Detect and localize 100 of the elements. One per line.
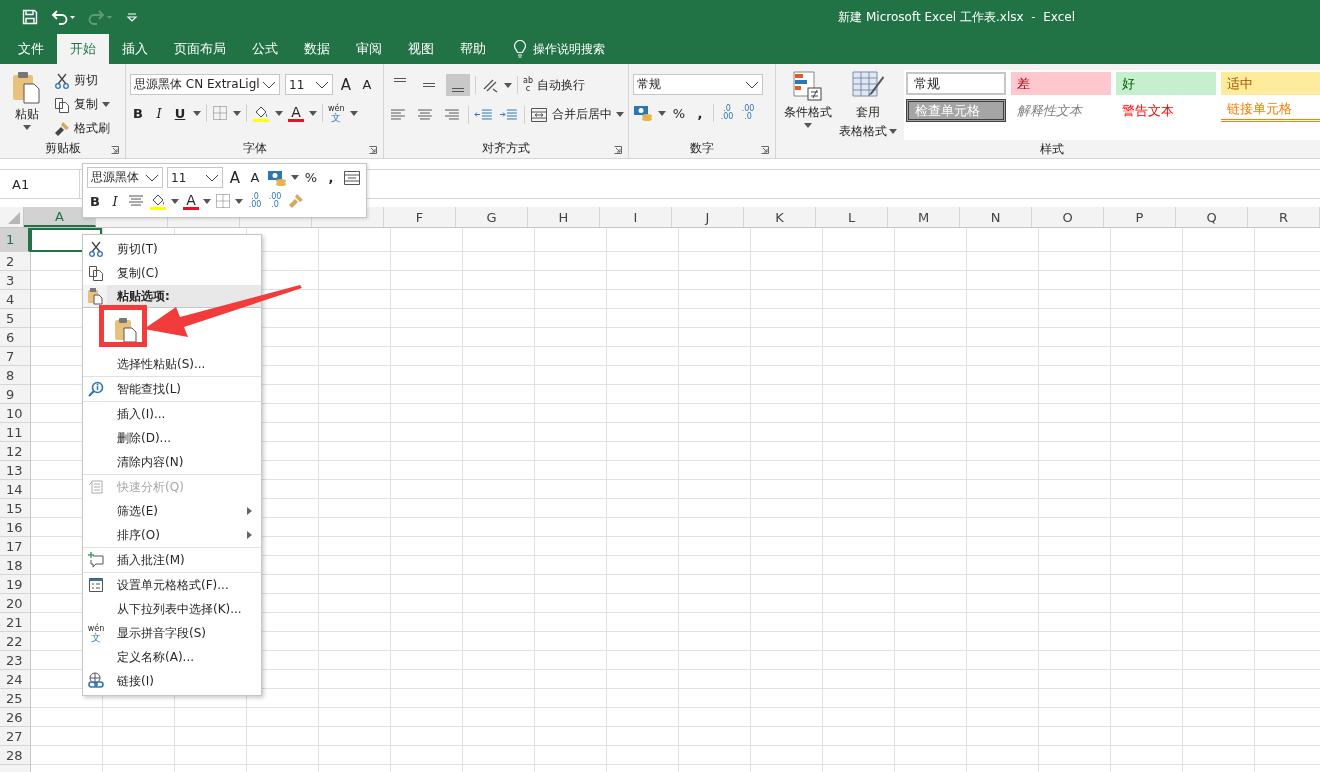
font-name-field[interactable]: 思源黑体 CN ExtraLigl	[130, 74, 280, 95]
fill-color-icon[interactable]	[252, 104, 270, 122]
italic-button[interactable]: I	[107, 191, 123, 211]
column-header[interactable]: K	[744, 207, 816, 227]
column-header[interactable]: N	[960, 207, 1032, 227]
dialog-launcher-icon[interactable]	[761, 146, 769, 154]
column-header[interactable]: O	[1032, 207, 1104, 227]
menu-item[interactable]: 选择性粘贴(S)...	[117, 355, 206, 373]
font-color-button[interactable]: A	[183, 191, 199, 211]
dialog-launcher-icon[interactable]	[614, 146, 622, 154]
column-header[interactable]: M	[888, 207, 960, 227]
row-header[interactable]: 6	[0, 328, 30, 347]
caret-icon[interactable]	[349, 110, 358, 116]
text-orientation-icon[interactable]	[481, 77, 499, 93]
menu-item[interactable]: 设置单元格格式(F)...	[117, 576, 229, 594]
row-header[interactable]: 23	[0, 651, 30, 670]
column-header[interactable]: I	[600, 207, 672, 227]
number-format-field[interactable]: 常规	[633, 74, 763, 95]
grow-font-button[interactable]: A	[338, 74, 354, 95]
dialog-launcher-icon[interactable]	[369, 146, 377, 154]
format-as-table-button[interactable]: 套用 表格格式	[840, 70, 896, 140]
row-header[interactable]: 4	[0, 290, 30, 309]
column-header[interactable]: G	[456, 207, 528, 227]
column-header[interactable]: F	[384, 207, 456, 227]
paste-button[interactable]: 粘贴	[4, 70, 50, 139]
font-name-field[interactable]: 思源黑体	[87, 167, 163, 188]
row-header[interactable]: 7	[0, 347, 30, 366]
font-size-field[interactable]: 11	[285, 74, 333, 95]
ribbon-tab[interactable]: 文件	[5, 34, 57, 64]
paste-option-icon[interactable]	[113, 317, 139, 343]
column-header[interactable]: L	[816, 207, 888, 227]
font-size-field[interactable]: 11	[167, 167, 223, 188]
currency-icon[interactable]	[267, 168, 287, 187]
cut-button[interactable]: 剪切	[54, 70, 110, 91]
row-header[interactable]: 17	[0, 537, 30, 556]
cell-style-option[interactable]: 常规	[906, 72, 1006, 95]
caret-icon[interactable]	[658, 110, 666, 116]
row-header[interactable]: 12	[0, 442, 30, 461]
menu-item[interactable]: 智能查找(L)	[117, 380, 182, 398]
column-header[interactable]: R	[1248, 207, 1320, 227]
caret-icon[interactable]	[235, 198, 243, 204]
column-header[interactable]: P	[1104, 207, 1176, 227]
menu-item[interactable]: 删除(D)...	[117, 429, 172, 447]
tell-me-search[interactable]: 操作说明搜索	[533, 34, 605, 64]
menu-item[interactable]: 定义名称(A)...	[117, 648, 194, 666]
increase-decimal-button[interactable]: .0 .00	[719, 103, 735, 123]
italic-button[interactable]: I	[151, 103, 167, 123]
menu-item[interactable]: 插入(I)...	[117, 405, 166, 423]
column-header[interactable]: H	[528, 207, 600, 227]
menu-item[interactable]: 清除内容(N)	[117, 453, 184, 471]
dialog-launcher-icon[interactable]	[111, 146, 119, 154]
undo-icon[interactable]	[50, 9, 76, 25]
bold-button[interactable]: B	[130, 103, 146, 123]
row-header[interactable]: 21	[0, 613, 30, 632]
row-header[interactable]: 25	[0, 689, 30, 708]
ribbon-tab[interactable]: 数据	[291, 34, 343, 64]
caret-icon[interactable]	[203, 198, 211, 204]
underline-button[interactable]: U	[172, 103, 188, 123]
row-header[interactable]: 19	[0, 575, 30, 594]
menu-item[interactable]: 排序(O)	[117, 526, 160, 544]
row-header[interactable]: 1	[0, 228, 30, 252]
row-header[interactable]: 3	[0, 271, 30, 290]
vertical-align-button[interactable]	[446, 74, 470, 96]
column-header[interactable]: J	[672, 207, 744, 227]
format-painter-button[interactable]: 格式刷	[54, 118, 110, 139]
ribbon-tab[interactable]: 帮助	[447, 34, 499, 64]
row-header[interactable]: 28	[0, 746, 30, 765]
phonetic-guide-button[interactable]: wén 文	[328, 103, 345, 123]
row-header[interactable]: 14	[0, 480, 30, 499]
comma-style-button[interactable]: ,	[323, 167, 339, 188]
caret-icon[interactable]	[233, 110, 241, 116]
row-header[interactable]: 24	[0, 670, 30, 689]
ribbon-tab[interactable]: 公式	[239, 34, 291, 64]
caret-icon[interactable]	[193, 110, 201, 116]
merge-center-button[interactable]: 合并后居中	[530, 104, 624, 125]
comma-style-button[interactable]: ,	[692, 103, 708, 123]
format-table-icon[interactable]	[343, 169, 361, 186]
menu-item[interactable]: 插入批注(M)	[117, 551, 185, 569]
caret-icon[interactable]	[275, 110, 283, 116]
menu-item[interactable]: 剪切(T)	[117, 240, 158, 258]
shrink-font-button[interactable]: A	[359, 74, 375, 95]
fill-color-icon[interactable]	[149, 192, 167, 210]
ribbon-tab[interactable]: 审阅	[343, 34, 395, 64]
column-header[interactable]: Q	[1176, 207, 1248, 227]
row-header[interactable]: 18	[0, 556, 30, 575]
caret-icon[interactable]	[309, 110, 317, 116]
ribbon-tab[interactable]: 视图	[395, 34, 447, 64]
percent-button[interactable]: %	[303, 167, 319, 188]
save-icon[interactable]	[22, 9, 38, 25]
row-header[interactable]: 27	[0, 727, 30, 746]
row-header[interactable]: 16	[0, 518, 30, 537]
menu-item[interactable]: 显示拼音字段(S)	[117, 624, 206, 642]
customize-icon[interactable]	[126, 11, 138, 23]
row-header[interactable]: 15	[0, 499, 30, 518]
cell-style-option[interactable]: 解释性文本	[1011, 99, 1111, 122]
row-header[interactable]: 2	[0, 252, 30, 271]
font-color-button[interactable]: A	[288, 103, 304, 123]
caret-icon[interactable]	[171, 198, 179, 204]
menu-item[interactable]: 筛选(E)	[117, 502, 158, 520]
row-header[interactable]: 20	[0, 594, 30, 613]
